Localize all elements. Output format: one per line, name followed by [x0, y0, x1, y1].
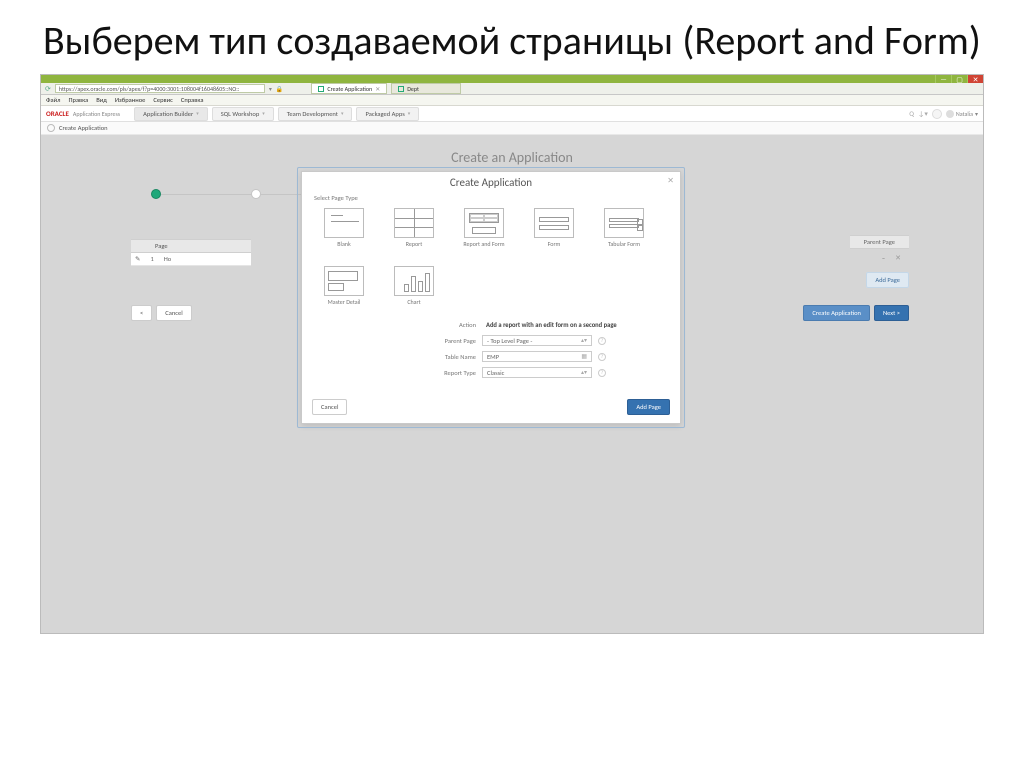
- nav-packaged-apps[interactable]: Packaged Apps▾: [356, 107, 419, 121]
- table-row: – ✕: [850, 249, 909, 266]
- chevron-down-icon: ▾: [408, 111, 411, 117]
- menu-help[interactable]: Справка: [181, 96, 204, 104]
- menu-edit[interactable]: Правка: [68, 96, 88, 104]
- brand-logo: ORACLE: [46, 109, 69, 118]
- delete-row-icon[interactable]: ✕: [895, 253, 901, 262]
- tab-favicon-icon: [318, 86, 324, 92]
- next-button[interactable]: Next >: [874, 305, 909, 321]
- brand-subtitle: Application Express: [73, 110, 120, 118]
- settings-icon[interactable]: ↓▾: [918, 109, 928, 118]
- tab-label: Dept: [407, 85, 419, 93]
- breadcrumb: Create Application: [41, 122, 983, 135]
- slide-title: Выберем тип создаваемой страницы (Report…: [0, 0, 1024, 74]
- nav-sql-workshop[interactable]: SQL Workshop▾: [212, 107, 274, 121]
- chevron-down-icon: ▾: [196, 111, 199, 117]
- tab-label: Create Application: [327, 85, 372, 93]
- column-parent: Parent Page: [850, 235, 909, 249]
- cancel-button[interactable]: Cancel: [156, 305, 191, 321]
- menu-view[interactable]: Вид: [96, 96, 107, 104]
- app-header: ORACLE Application Express Application B…: [41, 106, 983, 122]
- window-titlebar: — ▢ ✕: [41, 75, 983, 83]
- menu-favorites[interactable]: Избранное: [115, 96, 146, 104]
- window-close-button[interactable]: ✕: [967, 75, 983, 83]
- address-input[interactable]: https://apex.oracle.com/pls/apex/f?p=400…: [55, 84, 265, 93]
- chevron-down-icon: ▾: [341, 111, 344, 117]
- parent-page-column: Parent Page – ✕: [850, 235, 909, 266]
- user-menu[interactable]: Natalia ▾: [946, 110, 978, 118]
- avatar-icon: [946, 110, 954, 118]
- window-maximize-button[interactable]: ▢: [951, 75, 967, 83]
- edit-icon[interactable]: ✎: [135, 255, 140, 263]
- browser-menubar: Файл Правка Вид Избранное Сервис Справка: [41, 95, 983, 106]
- tile-report-and-form[interactable]: Report and Form: [460, 208, 508, 248]
- add-page-button[interactable]: Add Page: [866, 272, 909, 288]
- menu-file[interactable]: Файл: [46, 96, 60, 104]
- back-button[interactable]: <: [131, 305, 152, 321]
- tab-favicon-icon: [398, 86, 404, 92]
- window-minimize-button[interactable]: —: [935, 75, 951, 83]
- screenshot: — ▢ ✕ ⟳ https://apex.oracle.com/pls/apex…: [40, 74, 984, 634]
- search-icon[interactable]: Q: [909, 109, 914, 118]
- wizard-back-row: < Cancel: [131, 305, 192, 321]
- browser-tab-1[interactable]: Create Application✕: [311, 83, 387, 94]
- row-name: Ho: [164, 255, 171, 263]
- chevron-down-icon: ▾: [262, 111, 265, 117]
- wizard-step-1: [151, 189, 161, 199]
- nav-team-dev[interactable]: Team Development▾: [278, 107, 353, 121]
- table-row[interactable]: ✎ 1 Ho: [131, 253, 251, 266]
- row-number: 1: [150, 255, 153, 263]
- nav-app-builder[interactable]: Application Builder▾: [134, 107, 208, 121]
- help-icon[interactable]: [932, 109, 942, 119]
- menu-tools[interactable]: Сервис: [153, 96, 173, 104]
- breadcrumb-label: Create Application: [59, 124, 108, 132]
- create-application-modal: Create Application ✕ Select Page Type Bl…: [301, 171, 681, 424]
- breadcrumb-up-icon[interactable]: [47, 124, 55, 132]
- pages-table: Page ✎ 1 Ho: [131, 239, 251, 266]
- create-application-button[interactable]: Create Application: [803, 305, 870, 321]
- column-page: Page: [131, 239, 251, 253]
- browser-tab-2[interactable]: Dept: [391, 83, 461, 94]
- browser-urlbar: ⟳ https://apex.oracle.com/pls/apex/f?p=4…: [41, 83, 983, 95]
- wizard-step-2: [251, 189, 261, 199]
